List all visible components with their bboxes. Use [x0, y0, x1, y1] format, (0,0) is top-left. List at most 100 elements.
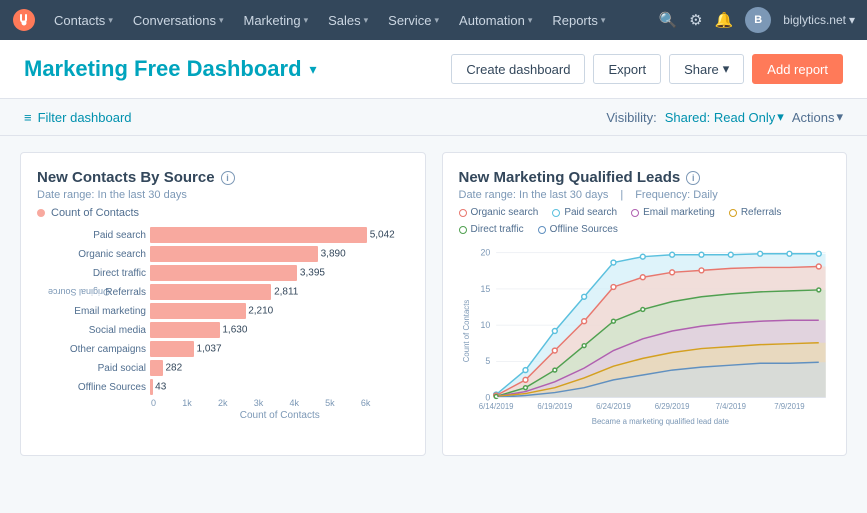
share-button[interactable]: Share ▾ — [669, 54, 744, 84]
line-chart: 20 15 10 5 0 Count of Contacts — [459, 243, 831, 439]
bar-value: 1,037 — [197, 344, 222, 355]
x-axis-ticks: 01k2k3k4k5k6k — [151, 398, 371, 408]
bar-fill — [150, 360, 163, 376]
bar-row: Paid social 282 — [61, 360, 409, 376]
nav-conversations[interactable]: Conversations ▾ — [123, 0, 234, 40]
bar-row: Email marketing 2,210 — [61, 303, 409, 319]
legend-paid: Paid search — [552, 207, 617, 218]
nav-reports[interactable]: Reports ▾ — [542, 0, 615, 40]
service-chevron-icon: ▾ — [435, 15, 440, 26]
svg-text:6/29/2019: 6/29/2019 — [654, 402, 689, 411]
card1-title: New Contacts By Source i — [37, 169, 409, 186]
hubspot-logo[interactable] — [12, 8, 36, 32]
contacts-chevron-icon: ▾ — [108, 15, 113, 26]
bar-track: 5,042 — [150, 227, 409, 243]
new-contacts-card: New Contacts By Source i Date range: In … — [20, 152, 426, 456]
conversations-chevron-icon: ▾ — [219, 15, 224, 26]
visibility-label: Visibility: — [606, 110, 656, 125]
bar-value: 5,042 — [370, 230, 395, 241]
bar-label: Direct traffic — [61, 268, 146, 279]
visibility-value[interactable]: Shared: Read Only ▾ — [665, 109, 784, 125]
bar-value: 3,890 — [321, 249, 346, 260]
dashboard: New Contacts By Source i Date range: In … — [0, 136, 867, 472]
chart2-legends: Organic search Paid search Email marketi… — [459, 207, 831, 235]
legend-direct-icon — [459, 226, 467, 234]
bar-value: 2,811 — [274, 287, 298, 298]
bar-track: 1,037 — [150, 341, 409, 357]
nav-contacts[interactable]: Contacts ▾ — [44, 0, 123, 40]
bar-value: 3,395 — [300, 268, 325, 279]
bar-fill — [150, 284, 271, 300]
bar-track: 2,811 — [150, 284, 409, 300]
line-chart-svg: 20 15 10 5 0 Count of Contacts — [459, 243, 831, 439]
chart1-legend-dot — [37, 209, 45, 217]
avatar[interactable]: B — [745, 7, 771, 33]
nav-service[interactable]: Service ▾ — [378, 0, 449, 40]
bar-row: Other campaigns1,037 — [61, 341, 409, 357]
filter-bar: ≡ Filter dashboard Visibility: Shared: R… — [0, 99, 867, 136]
bar-label: Paid social — [61, 363, 146, 374]
actions-chevron-icon: ▾ — [836, 109, 843, 125]
bar-fill — [150, 341, 194, 357]
reports-chevron-icon: ▾ — [601, 15, 606, 26]
svg-text:7/9/2019: 7/9/2019 — [774, 402, 804, 411]
filter-icon: ≡ — [24, 110, 32, 125]
legend-organic: Organic search — [459, 207, 539, 218]
nav-automation[interactable]: Automation ▾ — [449, 0, 542, 40]
title-area: Marketing Free Dashboard ▾ — [24, 56, 317, 82]
actions-button[interactable]: Actions ▾ — [792, 109, 843, 125]
automation-chevron-icon: ▾ — [528, 15, 533, 26]
nav-icons: 🔍 ⚙ 🔔 B biglytics.net ▾ — [658, 7, 855, 33]
legend-paid-icon — [552, 209, 560, 217]
bar-label: Email marketing — [61, 306, 146, 317]
nav-marketing[interactable]: Marketing ▾ — [233, 0, 318, 40]
notifications-icon[interactable]: 🔔 — [715, 11, 734, 29]
new-mql-card: New Marketing Qualified Leads i Date ran… — [442, 152, 848, 456]
legend-email-icon — [631, 209, 639, 217]
svg-text:Count of Contacts: Count of Contacts — [461, 300, 470, 363]
bar-value: 43 — [155, 382, 166, 393]
bar-fill — [150, 322, 220, 338]
bar-fill — [150, 265, 297, 281]
add-report-button[interactable]: Add report — [752, 54, 843, 84]
settings-icon[interactable]: ⚙ — [689, 11, 702, 29]
legend-offline-icon — [538, 226, 546, 234]
svg-text:6/19/2019: 6/19/2019 — [537, 402, 572, 411]
bar-rows: Paid search5,042Organic search3,890Direc… — [61, 227, 409, 395]
search-icon[interactable]: 🔍 — [658, 11, 677, 29]
chart1-info-icon[interactable]: i — [221, 171, 235, 185]
bar-track: 3,395 — [150, 265, 409, 281]
bar-track: 282 — [150, 360, 409, 376]
title-chevron-icon[interactable]: ▾ — [310, 61, 317, 78]
svg-text:Became a marketing qualified l: Became a marketing qualified lead date — [591, 417, 728, 426]
bar-row: Referrals 2,811 — [61, 284, 409, 300]
nav-sales[interactable]: Sales ▾ — [318, 0, 378, 40]
bar-chart: Original Source Paid search5,042Organic … — [37, 227, 409, 421]
chart2-info-icon[interactable]: i — [686, 171, 700, 185]
x-axis-label: Count of Contacts — [151, 410, 409, 421]
bar-value: 282 — [166, 363, 183, 374]
page-header: Marketing Free Dashboard ▾ Create dashbo… — [0, 40, 867, 99]
card1-subtitle: Date range: In the last 30 days — [37, 189, 409, 201]
bar-label: Referrals — [61, 287, 146, 298]
legend-organic-icon — [459, 209, 467, 217]
export-button[interactable]: Export — [593, 54, 661, 84]
card2-title: New Marketing Qualified Leads i — [459, 169, 831, 186]
legend-referrals-icon — [729, 209, 737, 217]
bar-row: Direct traffic 3,395 — [61, 265, 409, 281]
create-dashboard-button[interactable]: Create dashboard — [451, 54, 585, 84]
filter-dashboard-button[interactable]: ≡ Filter dashboard — [24, 110, 132, 125]
bar-value: 2,210 — [248, 306, 273, 317]
bar-fill — [150, 303, 246, 319]
chart1-legend: Count of Contacts — [37, 207, 409, 219]
bar-fill — [150, 227, 367, 243]
bar-row: Paid search 5,042 — [61, 227, 409, 243]
bar-label: Paid search — [61, 230, 146, 241]
bar-value: 1,630 — [222, 325, 247, 336]
card2-subtitle: Date range: In the last 30 days | Freque… — [459, 189, 831, 201]
bar-label: Offline Sources — [61, 382, 146, 393]
svg-text:20: 20 — [480, 248, 490, 258]
account-name[interactable]: biglytics.net ▾ — [783, 13, 855, 27]
bar-fill — [150, 379, 153, 395]
share-chevron-icon: ▾ — [723, 61, 730, 77]
